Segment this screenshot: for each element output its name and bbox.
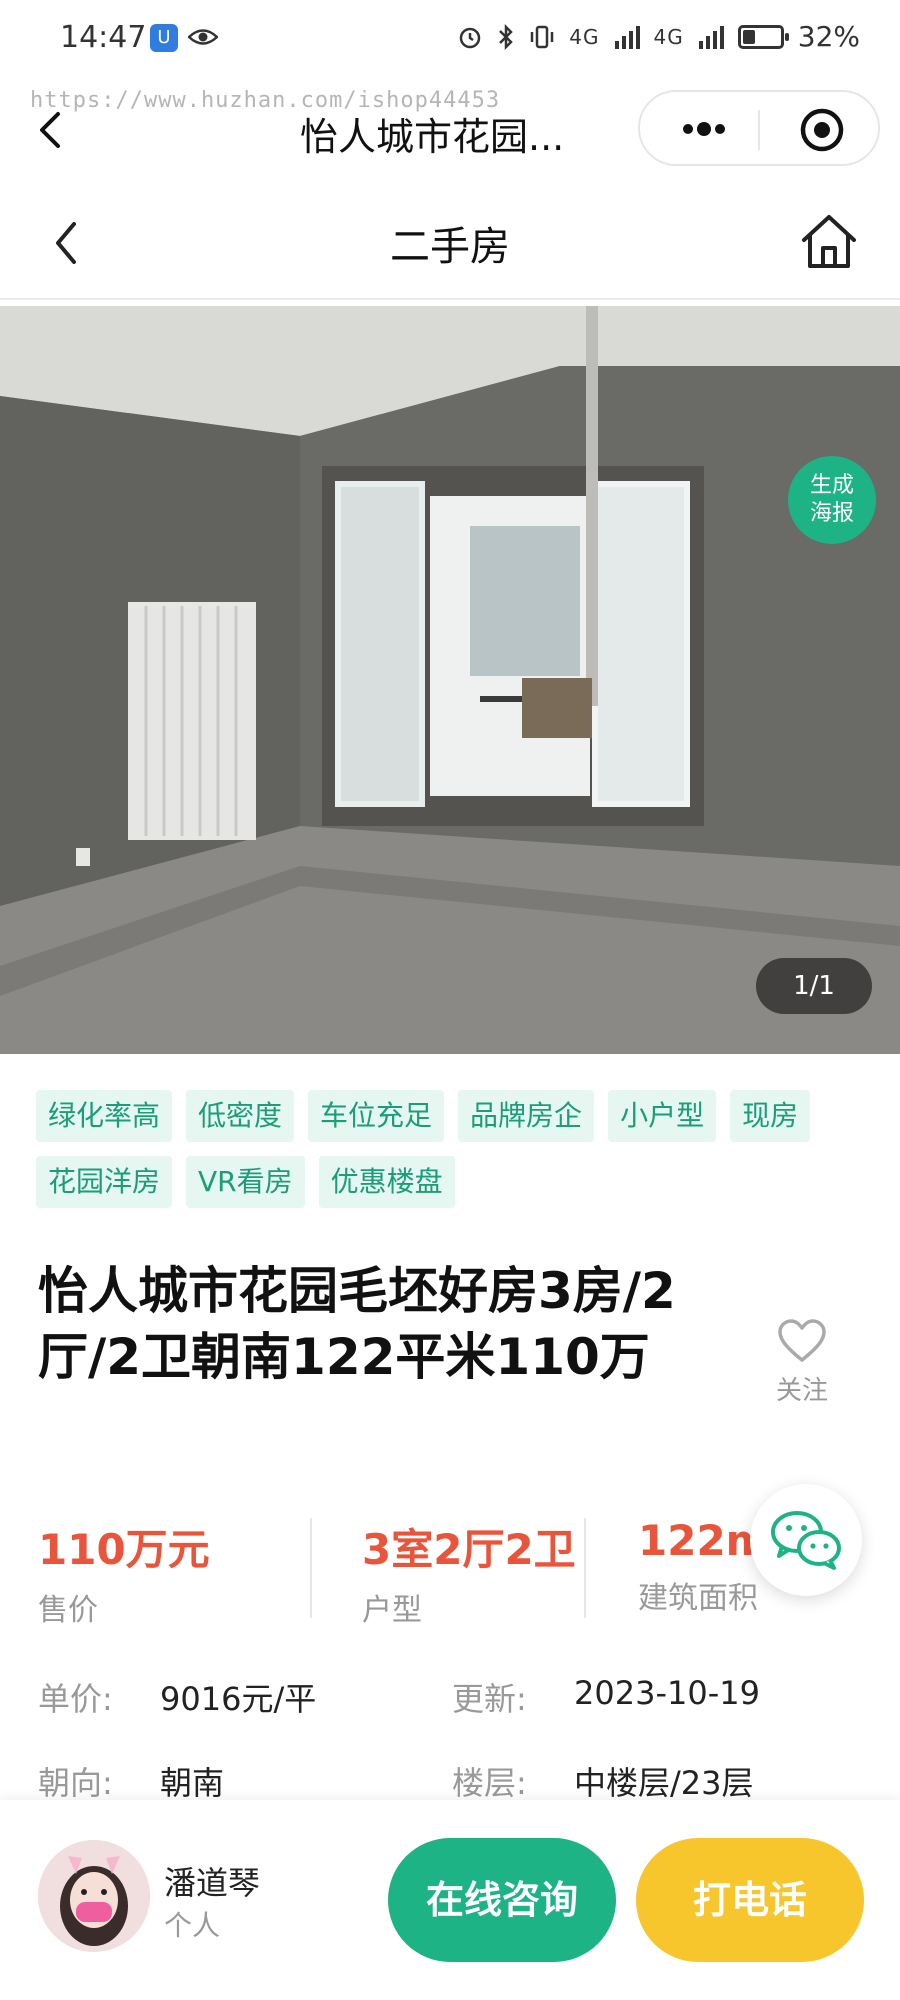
- capsule-divider: [758, 110, 760, 150]
- status-time: 14:47: [60, 20, 147, 55]
- agent-role: 个人: [164, 1909, 221, 1942]
- stat-label: 户型: [362, 1593, 422, 1628]
- signal-icon: [614, 25, 640, 49]
- network-1: 4G: [569, 24, 600, 49]
- more-icon[interactable]: [674, 114, 734, 144]
- eye-icon: [188, 29, 218, 45]
- heart-icon: [778, 1319, 826, 1362]
- page-title: 二手房: [390, 224, 510, 270]
- orientation-label: 朝向:: [38, 1764, 113, 1802]
- agent-name: 潘道琴: [164, 1864, 261, 1902]
- signal-icon: [698, 25, 724, 49]
- avatar-illustration: [38, 1840, 150, 1952]
- updated-label: 更新:: [452, 1680, 527, 1718]
- favorite-label: 关注: [775, 1376, 828, 1406]
- feature-tag: 现房: [730, 1090, 811, 1142]
- generate-poster-button[interactable]: 生成海报: [788, 456, 876, 544]
- favorite-button[interactable]: 关注: [770, 1318, 834, 1407]
- battery-percent: 32%: [797, 20, 860, 53]
- photo-counter: 1/1: [756, 958, 872, 1014]
- feature-tag: 花园洋房: [36, 1156, 173, 1208]
- feature-tag: 低密度: [186, 1090, 295, 1142]
- home-icon[interactable]: [798, 210, 860, 272]
- stat-label: 建筑面积: [638, 1581, 758, 1616]
- feature-tags: 绿化率高 低密度 车位充足 品牌房企 小户型 现房花园洋房 VR看房 优惠楼盘: [36, 1090, 866, 1208]
- wechat-icon: [771, 1511, 841, 1570]
- bottom-action-bar: 潘道琴 个人 在线咨询 打电话: [0, 1800, 900, 2000]
- miniprogram-capsule: [638, 90, 880, 166]
- shield-app-icon: U: [150, 24, 178, 52]
- feature-tag: 车位充足: [308, 1090, 445, 1142]
- floor-value: 中楼层/23层: [574, 1764, 754, 1802]
- back-arrow-icon[interactable]: [34, 110, 70, 150]
- feature-tag: 绿化率高: [36, 1090, 173, 1142]
- alarm-icon: [460, 27, 481, 48]
- stat-layout: 3室2厅2卫 户型: [362, 1516, 576, 1629]
- vibrate-icon: [531, 25, 554, 48]
- stat-value: 110万元: [38, 1525, 210, 1574]
- detail-row: 单价: 9016元/平 更新: 2023-10-19: [0, 1674, 900, 1724]
- miniprogram-title: 怡人城市花园...: [300, 115, 565, 159]
- unit-price-label: 单价:: [38, 1680, 113, 1718]
- feature-tag: VR看房: [186, 1156, 305, 1208]
- bluetooth-icon: [499, 23, 514, 50]
- close-miniprogram-icon[interactable]: [798, 106, 846, 154]
- floor-label: 楼层:: [452, 1764, 527, 1802]
- stat-divider: [310, 1518, 312, 1618]
- stat-label: 售价: [38, 1593, 98, 1628]
- unit-price-value: 9016元/平: [160, 1680, 317, 1718]
- battery-icon: [737, 24, 789, 49]
- status-bar: 14:47 U 4G 4G 32%: [0, 0, 900, 80]
- updated-value: 2023-10-19: [574, 1674, 760, 1712]
- feature-tag: 小户型: [608, 1090, 717, 1142]
- watermark: https://www.huzhan.com/ishop44453: [30, 88, 501, 113]
- stat-value: 3室2厅2卫: [362, 1525, 576, 1574]
- listing-title: 怡人城市花园毛坯好房3房/2厅/2卫朝南122平米110万: [38, 1262, 676, 1386]
- feature-tag: 品牌房企: [458, 1090, 595, 1142]
- status-right: 4G 4G 32%: [457, 20, 860, 53]
- stat-divider: [584, 1518, 586, 1618]
- generate-poster-label: 生成海报: [809, 473, 854, 526]
- room-photo-illustration: [0, 306, 900, 1054]
- stat-price: 110万元 售价: [38, 1516, 210, 1629]
- listing-photo[interactable]: 生成海报 1/1: [0, 306, 900, 1054]
- call-button[interactable]: 打电话: [636, 1838, 864, 1962]
- page-nav: 二手房: [0, 190, 900, 300]
- network-2: 4G: [653, 24, 684, 49]
- wechat-share-button[interactable]: [750, 1484, 862, 1596]
- online-consult-button[interactable]: 在线咨询: [388, 1838, 616, 1962]
- agent-avatar[interactable]: [38, 1840, 150, 1952]
- feature-tag: 优惠楼盘: [318, 1156, 455, 1208]
- orientation-value: 朝南: [160, 1764, 225, 1802]
